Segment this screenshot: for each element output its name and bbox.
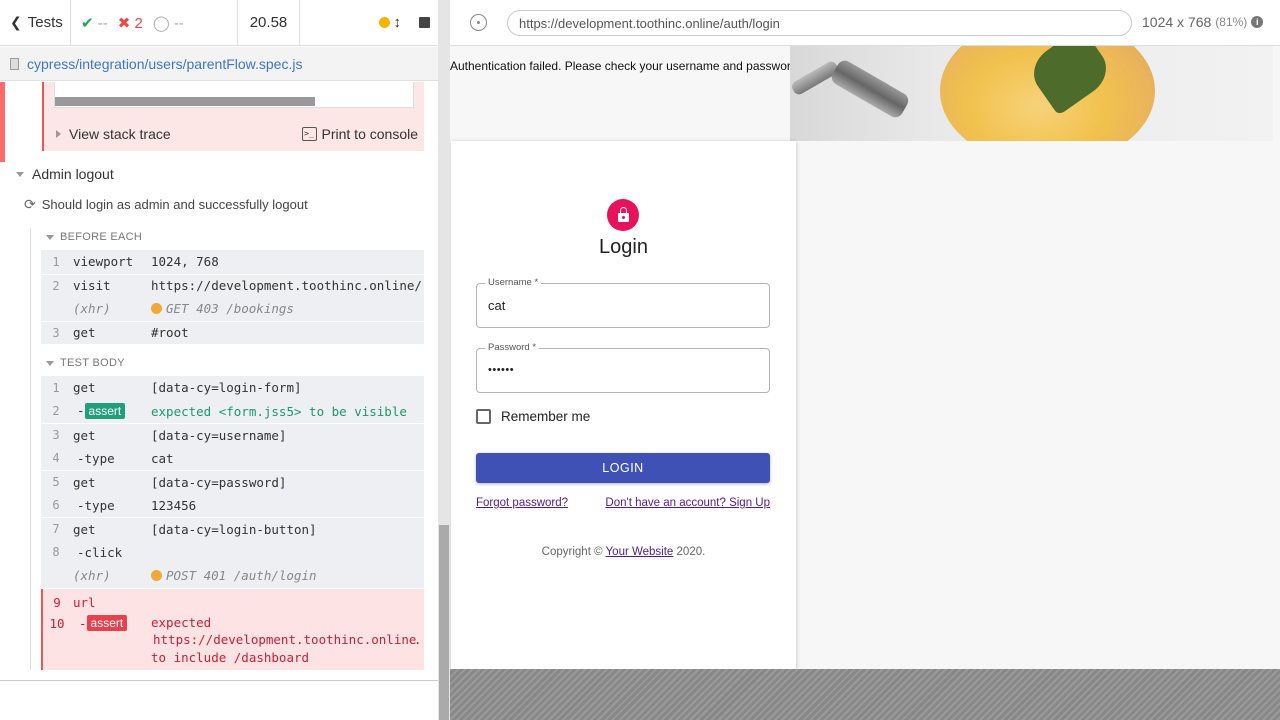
aut-iframe: Authentication failed. Please check your…	[450, 46, 1280, 669]
assert-command-row[interactable]: 2 - assert expected <form.jss5> to be vis…	[41, 400, 424, 424]
pending-stat[interactable]: ◯ --	[153, 14, 184, 32]
command-row[interactable]: 2 visit https://development.toothinc.onl…	[41, 273, 424, 298]
spec-file-link[interactable]: cypress/integration/users/parentFlow.spe…	[27, 56, 302, 72]
failed-command-block[interactable]: 9 url 10 - assert expected https://devel…	[41, 589, 424, 670]
aut-url-bar[interactable]: https://development.toothinc.online/auth…	[507, 10, 1132, 36]
xhr-status-dot-icon	[151, 303, 162, 315]
caret-down-icon	[16, 171, 24, 177]
command-row[interactable]: 5 get [data-cy=password]	[41, 470, 424, 494]
refresh-icon: ⟳	[24, 196, 36, 212]
test-body-hook-header[interactable]: TEST BODY	[46, 357, 125, 369]
suite-title[interactable]: Admin logout	[16, 166, 114, 182]
duration: 20.58	[238, 0, 300, 45]
assert-badge: assert	[84, 403, 126, 420]
x-icon: ✖	[117, 14, 131, 32]
command-row[interactable]: 3 get [data-cy=username]	[41, 423, 424, 447]
copyright: Copyright © Your Website 2020.	[541, 546, 706, 558]
auto-scroll-toggle[interactable]: ↕	[378, 14, 402, 31]
back-to-tests-button[interactable]: ❮ Tests	[0, 0, 71, 45]
command-row[interactable]: 1 viewport 1024, 768	[41, 250, 424, 274]
remember-me: Remember me	[476, 409, 590, 424]
lock-icon	[617, 207, 629, 222]
passed-stat[interactable]: ✔ --	[81, 14, 108, 32]
username-field[interactable]: Username * cat	[476, 277, 770, 328]
command-row[interactable]: 1 get [data-cy=login-form]	[41, 376, 424, 400]
assert-message-line: https://development.toothinc.online…	[153, 632, 419, 647]
caret-down-icon	[46, 360, 54, 366]
print-to-console-button[interactable]: >_ Print to console	[301, 126, 418, 142]
test-title[interactable]: ⟳ Should login as admin and successfully…	[24, 196, 308, 213]
before-each-commands: 1 viewport 1024, 768 2 visit https://dev…	[41, 250, 424, 344]
view-stack-trace-toggle[interactable]: View stack trace	[56, 126, 171, 142]
caret-down-icon	[46, 234, 54, 240]
reporter-header: ❮ Tests ✔ -- ✖ 2 ◯ -- 20.58 ↕	[0, 0, 438, 46]
caret-right-icon	[56, 130, 61, 138]
command-row[interactable]: 6 -type 123456	[41, 494, 424, 518]
reporter-scrollbar-thumb[interactable]	[439, 525, 449, 720]
back-label: Tests	[27, 14, 63, 31]
remember-me-checkbox[interactable]	[476, 409, 491, 424]
username-label: Username *	[485, 277, 542, 288]
password-field[interactable]: Password * ••••••	[476, 342, 770, 393]
sign-up-link[interactable]: Don't have an account? Sign Up	[605, 497, 770, 509]
auth-error-message: Authentication failed. Please check your…	[450, 59, 801, 73]
running-indicator-icon	[378, 17, 390, 28]
viewport-info[interactable]: 1024 x 768 (81%) i	[1142, 14, 1264, 30]
hook-guide-line	[30, 228, 31, 670]
hero-image	[790, 46, 1273, 141]
spec-file-bar: cypress/integration/users/parentFlow.spe…	[0, 47, 438, 81]
forgot-password-link[interactable]: Forgot password?	[476, 497, 568, 509]
info-icon: i	[1251, 16, 1264, 28]
login-button[interactable]: LOGIN	[476, 453, 770, 483]
command-row[interactable]: 3 get #root	[41, 320, 424, 345]
scroll-arrows-icon: ↕	[393, 14, 402, 31]
divider	[0, 680, 438, 681]
your-website-link[interactable]: Your Website	[606, 546, 674, 558]
before-each-hook-header[interactable]: BEFORE EACH	[46, 231, 142, 243]
assert-message-line: expected	[151, 615, 212, 630]
lock-avatar	[607, 199, 639, 231]
code-frame-scrollbar[interactable]	[55, 97, 315, 106]
selector-playground-icon[interactable]	[470, 14, 487, 31]
command-row[interactable]: 8 -click	[41, 541, 424, 565]
chevron-left-icon: ❮	[10, 14, 22, 30]
password-value: ••••••	[488, 364, 515, 376]
remember-me-label: Remember me	[501, 409, 591, 424]
reporter-panel: ❮ Tests ✔ -- ✖ 2 ◯ -- 20.58 ↕ cypress/in…	[0, 0, 438, 720]
command-row[interactable]: 4 -type cat	[41, 447, 424, 471]
xhr-status-dot-icon	[151, 570, 162, 582]
password-label: Password *	[485, 342, 540, 353]
login-title: Login	[599, 236, 648, 258]
circle-icon: ◯	[152, 14, 170, 32]
hero-image-detail	[828, 57, 912, 121]
command-row[interactable]: 9 url	[43, 591, 95, 613]
auth-links: Forgot password? Don't have an account? …	[476, 497, 770, 509]
login-card: Login Username * cat Password * •••••• R…	[451, 141, 796, 669]
check-icon: ✔	[81, 14, 94, 32]
file-icon	[10, 57, 19, 70]
assert-badge: assert	[86, 615, 128, 631]
failed-stat[interactable]: ✖ 2	[118, 14, 143, 32]
test-body-commands: 1 get [data-cy=login-form] 2 - assert exp…	[41, 376, 424, 588]
stop-icon[interactable]	[419, 17, 430, 28]
terminal-icon: >_	[301, 127, 317, 141]
assert-message-line: to include /dashboard	[151, 650, 310, 665]
failed-test-indicator	[0, 82, 5, 162]
xhr-command-row[interactable]: (xhr) POST 401 /auth/login	[41, 564, 424, 588]
aut-background-pattern	[450, 669, 1280, 720]
xhr-command-row[interactable]: (xhr) GET 403 /bookings	[41, 297, 424, 321]
username-value: cat	[488, 298, 506, 313]
stack-trace-row: View stack trace >_ Print to console	[56, 124, 418, 144]
failed-assert-row[interactable]: 10 - assert	[43, 613, 128, 633]
test-stats: ✔ -- ✖ 2 ◯ --	[71, 0, 238, 45]
run-controls: ↕	[300, 0, 438, 45]
command-row[interactable]: 7 get [data-cy=login-button]	[41, 517, 424, 541]
